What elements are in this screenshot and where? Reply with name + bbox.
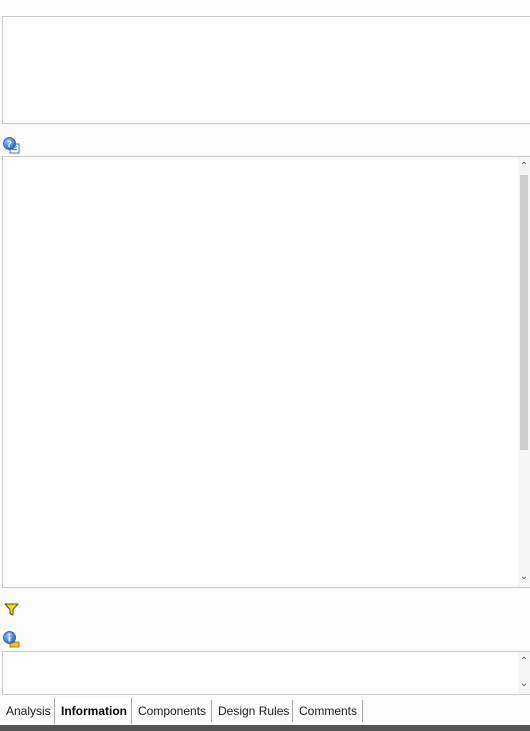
help-icon[interactable]: ? xyxy=(3,137,20,154)
tab-analysis[interactable]: Analysis xyxy=(0,700,57,722)
app-window: ? ⌃ ⌄ ⌃ ⌄ Analysis Information Component… xyxy=(0,0,530,731)
tab-design-rules[interactable]: Design Rules xyxy=(212,700,293,722)
tab-bar: Analysis Information Components Design R… xyxy=(0,698,530,724)
status-bar xyxy=(0,725,530,731)
scrollbar-thumb[interactable] xyxy=(520,175,528,450)
tab-comments[interactable]: Comments xyxy=(293,700,363,722)
chevron-up-icon[interactable]: ⌃ xyxy=(518,159,530,175)
filter-icon[interactable] xyxy=(4,603,19,616)
info-icon[interactable] xyxy=(3,631,20,648)
vertical-scrollbar[interactable]: ⌃ ⌄ xyxy=(518,157,530,587)
message-text-area[interactable]: ⌃ ⌄ xyxy=(2,651,530,695)
tab-components[interactable]: Components xyxy=(132,700,212,722)
svg-text:?: ? xyxy=(7,140,12,150)
chevron-down-icon[interactable]: ⌄ xyxy=(518,676,530,692)
tab-information[interactable]: Information xyxy=(54,698,132,724)
details-text-area[interactable] xyxy=(2,16,530,124)
information-list[interactable]: ⌃ ⌄ xyxy=(2,156,530,588)
chevron-down-icon[interactable]: ⌄ xyxy=(518,569,530,585)
vertical-scrollbar-bottom[interactable]: ⌃ ⌄ xyxy=(518,652,530,694)
chevron-up-icon[interactable]: ⌃ xyxy=(518,654,530,670)
